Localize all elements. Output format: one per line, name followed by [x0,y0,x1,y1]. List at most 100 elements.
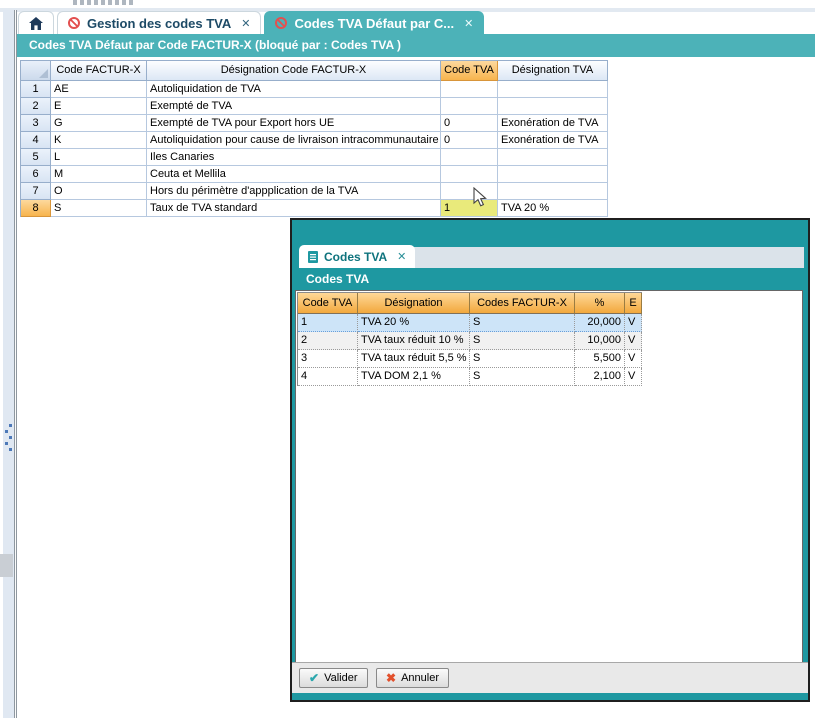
dlg-cell-designation[interactable]: TVA DOM 2,1 % [358,368,470,386]
close-tab-icon[interactable]: ✕ [241,17,250,30]
dlg-col-header-code-tva[interactable]: Code TVA [298,293,358,314]
dialog-codes-tva: Codes TVA ✕ Codes TVA Code TVA Désignati… [290,218,810,702]
side-panel-notch [0,554,13,577]
cell-code[interactable]: M [51,166,147,183]
dlg-cell-designation[interactable]: TVA taux réduit 5,5 % [358,350,470,368]
cell-designation[interactable]: Iles Canaries [147,149,441,166]
cell-designation-tva[interactable]: TVA 20 % [498,200,608,217]
dlg-col-header-designation[interactable]: Désignation [358,293,470,314]
cell-designation-tva[interactable] [498,183,608,200]
cell-designation[interactable]: Autoliquidation pour cause de livraison … [147,132,441,149]
cell-code-tva[interactable] [441,81,498,98]
dlg-col-header-codes-factur-x[interactable]: Codes FACTUR-X [470,293,575,314]
dlg-cell-percent[interactable]: 10,000 [575,332,625,350]
cell-designation[interactable]: Exempté de TVA pour Export hors UE [147,115,441,132]
dlg-cell-percent[interactable]: 20,000 [575,314,625,332]
blocked-icon [68,17,80,29]
collapsed-side-panel [3,10,14,718]
cell-designation[interactable]: Autoliquidation de TVA [147,81,441,98]
dialog-tab-codes-tva[interactable]: Codes TVA ✕ [299,245,415,268]
dlg-cell-e[interactable]: V [625,368,642,386]
dlg-cell-percent[interactable]: 2,100 [575,368,625,386]
cell-code-tva[interactable] [441,149,498,166]
dlg-cell-factur-x[interactable]: S [470,332,575,350]
tab-label: Codes TVA Défaut par C... [294,16,454,31]
tab-bar: Gestion des codes TVA ✕ Codes TVA Défaut… [18,11,484,34]
tab-home[interactable] [18,11,54,34]
cell-designation-tva[interactable]: Exonération de TVA [498,132,608,149]
page-title-bar: Codes TVA Défaut par Code FACTUR-X (bloq… [17,34,815,57]
panel-splitter[interactable] [14,10,17,718]
annuler-label: Annuler [401,672,439,684]
blocked-icon [275,17,287,29]
row-number[interactable]: 5 [21,149,51,166]
cell-designation[interactable]: Exempté de TVA [147,98,441,115]
clipped-toolbar-text [73,0,135,5]
cell-designation-tva[interactable] [498,98,608,115]
close-tab-icon[interactable]: ✕ [464,17,473,30]
row-number[interactable]: 7 [21,183,51,200]
valider-label: Valider [324,672,357,684]
dlg-col-header-e[interactable]: E [625,293,642,314]
dlg-cell-designation[interactable]: TVA 20 % [358,314,470,332]
row-number[interactable]: 4 [21,132,51,149]
dlg-cell-factur-x[interactable]: S [470,368,575,386]
panel-expand-grip[interactable] [5,424,14,456]
row-number[interactable]: 3 [21,115,51,132]
col-header-designation-factur-x[interactable]: Désignation Code FACTUR-X [147,61,441,81]
cell-code[interactable]: K [51,132,147,149]
dlg-cell-code[interactable]: 2 [298,332,358,350]
dlg-cell-e[interactable]: V [625,332,642,350]
cell-code[interactable]: O [51,183,147,200]
cell-designation[interactable]: Hors du périmètre d'appplication de la T… [147,183,441,200]
tab-label: Gestion des codes TVA [87,16,231,31]
cell-code[interactable]: AE [51,81,147,98]
dlg-cell-e[interactable]: V [625,314,642,332]
close-dialog-tab-icon[interactable]: ✕ [397,250,406,263]
cell-designation-tva[interactable] [498,149,608,166]
document-icon [308,251,318,263]
cell-code-tva[interactable]: 0 [441,132,498,149]
cell-code[interactable]: G [51,115,147,132]
col-header-code-factur-x[interactable]: Code FACTUR-X [51,61,147,81]
row-number[interactable]: 2 [21,98,51,115]
col-header-code-tva[interactable]: Code TVA [441,61,498,81]
dlg-col-header-percent[interactable]: % [575,293,625,314]
col-header-designation-tva[interactable]: Désignation TVA [498,61,608,81]
dlg-cell-percent[interactable]: 5,500 [575,350,625,368]
mouse-cursor [472,187,490,208]
dialog-tab-label: Codes TVA [324,250,387,264]
cell-code-tva[interactable] [441,166,498,183]
cell-code-tva[interactable]: 0 [441,115,498,132]
dlg-cell-designation[interactable]: TVA taux réduit 10 % [358,332,470,350]
dialog-title: Codes TVA [306,268,369,290]
row-number[interactable]: 6 [21,166,51,183]
dlg-cell-e[interactable]: V [625,350,642,368]
cell-code-tva[interactable] [441,98,498,115]
cell-designation-tva[interactable] [498,81,608,98]
cell-designation-tva[interactable]: Exonération de TVA [498,115,608,132]
dlg-cell-factur-x[interactable]: S [470,314,575,332]
dlg-cell-code[interactable]: 1 [298,314,358,332]
home-icon [29,17,43,30]
dialog-button-bar: ✔ Valider ✖ Annuler [292,662,808,693]
dlg-cell-code[interactable]: 3 [298,350,358,368]
tab-codes-tva-defaut[interactable]: Codes TVA Défaut par C... ✕ [264,11,484,34]
cell-code[interactable]: L [51,149,147,166]
annuler-button[interactable]: ✖ Annuler [376,668,449,688]
dlg-cell-factur-x[interactable]: S [470,350,575,368]
check-icon: ✔ [309,671,319,685]
dialog-content-panel: Code TVA Désignation Codes FACTUR-X % E … [295,290,803,664]
row-number-selected[interactable]: 8 [21,200,51,217]
tab-gestion-codes-tva[interactable]: Gestion des codes TVA ✕ [57,11,261,34]
dlg-cell-code[interactable]: 4 [298,368,358,386]
cell-designation[interactable]: Ceuta et Mellila [147,166,441,183]
valider-button[interactable]: ✔ Valider [299,668,368,688]
cell-code[interactable]: S [51,200,147,217]
cell-designation-tva[interactable] [498,166,608,183]
page-title: Codes TVA Défaut par Code FACTUR-X (bloq… [29,38,401,52]
cell-designation[interactable]: Taux de TVA standard [147,200,441,217]
cell-code[interactable]: E [51,98,147,115]
select-all-corner[interactable] [21,61,51,81]
row-number[interactable]: 1 [21,81,51,98]
